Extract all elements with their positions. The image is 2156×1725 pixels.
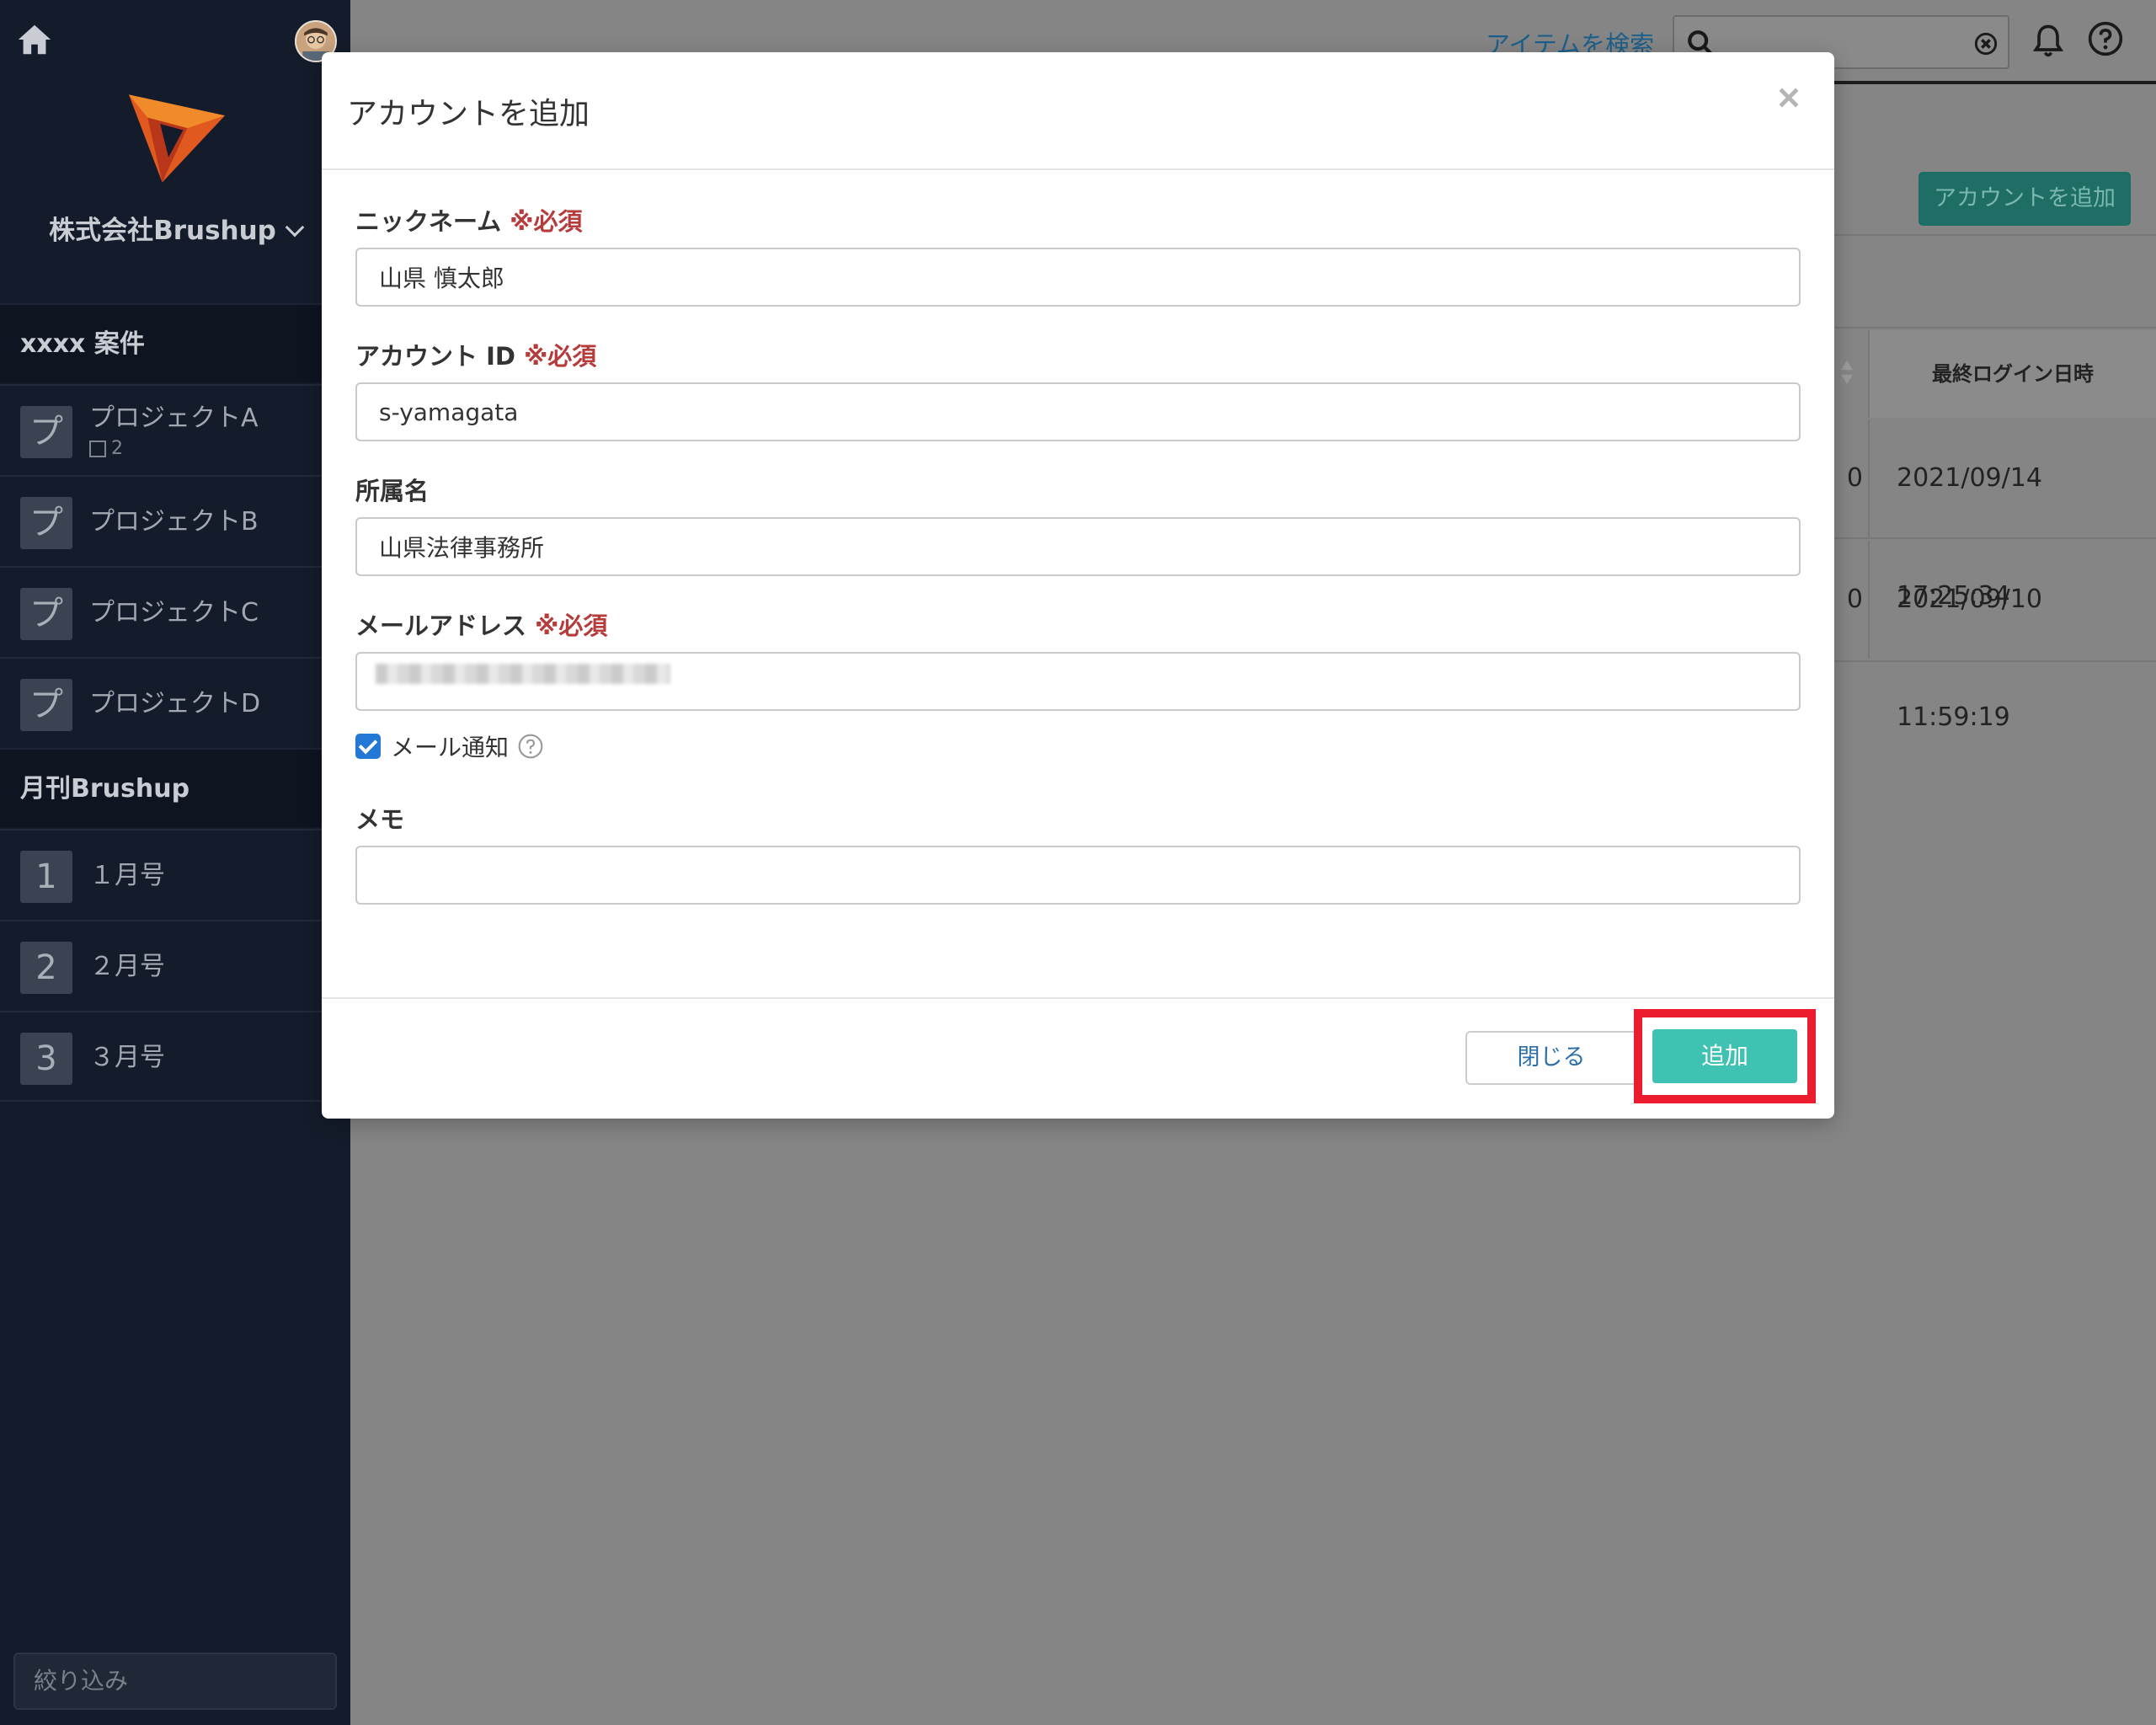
bell-icon[interactable]: [2030, 20, 2067, 61]
modal-title: アカウントを追加: [347, 97, 590, 131]
memo-label: メモ: [355, 805, 405, 834]
sidebar-item-label: １月号: [89, 861, 165, 890]
sidebar-section-title: 月刊Brushup: [0, 748, 350, 827]
close-icon[interactable]: [1777, 86, 1801, 109]
account-id-label: アカウント ID ※必須: [355, 342, 597, 371]
divider: [1829, 234, 2156, 236]
project-badge: プ: [20, 588, 72, 640]
sidebar-item-label: ３月号: [89, 1043, 165, 1072]
memo-input[interactable]: [355, 846, 1801, 905]
help-icon[interactable]: [517, 733, 544, 760]
divider: [1829, 660, 2156, 662]
issue-badge: 3: [20, 1033, 72, 1085]
sidebar-item-label: ２月号: [89, 952, 165, 981]
sidebar-item-label: プロジェクトC: [89, 598, 259, 628]
issue-badge: 1: [20, 851, 72, 903]
sidebar-item-project-d[interactable]: プ プロジェクトD: [0, 657, 350, 748]
sidebar-item-project-b[interactable]: プ プロジェクトB: [0, 475, 350, 566]
help-icon[interactable]: [2087, 20, 2124, 57]
account-id-input[interactable]: [355, 382, 1801, 441]
org-switcher[interactable]: 株式会社Brushup: [0, 209, 350, 247]
table-cell-last-login: 2021/09/10 11:59:19: [1868, 541, 2156, 732]
project-badge: プ: [20, 406, 72, 458]
affiliation-label: 所属名: [355, 477, 430, 505]
column-header-last-login[interactable]: 最終ログイン日時: [1868, 330, 2156, 418]
mail-notify-option: メール通知: [355, 729, 544, 763]
email-label: メールアドレス ※必須: [355, 611, 608, 640]
sidebar-item-label: プロジェクトB: [89, 507, 259, 537]
sidebar-item-project-c[interactable]: プ プロジェクトC: [0, 566, 350, 657]
table-cell: 0: [1846, 463, 1863, 493]
sidebar-item-february[interactable]: 2 ２月号: [0, 920, 350, 1011]
clear-search-icon[interactable]: [1974, 32, 1998, 56]
sort-icon[interactable]: [1841, 360, 1853, 384]
required-mark: ※必須: [510, 207, 583, 236]
sidebar: 株式会社Brushup xxxx 案件 プ プロジェクトA 2 プ プロジェクト…: [0, 0, 350, 1725]
nickname-input[interactable]: [355, 248, 1801, 307]
issue-badge: 2: [20, 942, 72, 994]
sidebar-filter-input[interactable]: 絞り込み: [13, 1653, 337, 1710]
divider: [1829, 327, 2156, 328]
add-account-button[interactable]: アカウントを追加: [1919, 172, 2131, 226]
header-underline: [1829, 81, 2156, 84]
required-mark: ※必須: [535, 611, 608, 640]
sidebar-item-label: プロジェクトA: [89, 403, 259, 433]
redacted-email: [376, 664, 670, 684]
required-mark: ※必須: [524, 342, 597, 371]
task-count: 2: [89, 438, 123, 459]
sidebar-item-january[interactable]: 1 １月号: [0, 829, 350, 920]
divider: [1829, 537, 2156, 539]
table-cell-last-login: 2021/09/14 17:25:34: [1868, 419, 2156, 611]
add-button[interactable]: 追加: [1652, 1029, 1797, 1083]
sidebar-item-march[interactable]: 3 ３月号: [0, 1011, 350, 1102]
org-name: 株式会社Brushup: [49, 216, 276, 246]
brushup-logo-icon: [128, 94, 226, 183]
modal-header: アカウントを追加: [322, 52, 1834, 170]
checklist-icon: [89, 441, 106, 457]
table-cell: 0: [1846, 585, 1863, 614]
project-badge: プ: [20, 679, 72, 731]
affiliation-input[interactable]: [355, 517, 1801, 576]
sidebar-section-title: xxxx 案件: [0, 303, 350, 382]
close-button[interactable]: 閉じる: [1465, 1031, 1637, 1085]
home-icon[interactable]: [15, 20, 54, 59]
project-badge: プ: [20, 497, 72, 549]
chevron-down-icon: [285, 217, 305, 238]
add-account-modal: アカウントを追加 ニックネーム ※必須 アカウント ID ※必須 所属名 メール…: [322, 52, 1834, 1119]
sidebar-item-project-a[interactable]: プ プロジェクトA 2: [0, 384, 350, 475]
mail-notify-label: メール通知: [391, 734, 510, 761]
nickname-label: ニックネーム ※必須: [355, 207, 583, 236]
mail-notify-checkbox[interactable]: [355, 734, 381, 759]
sidebar-item-label: プロジェクトD: [89, 689, 261, 718]
